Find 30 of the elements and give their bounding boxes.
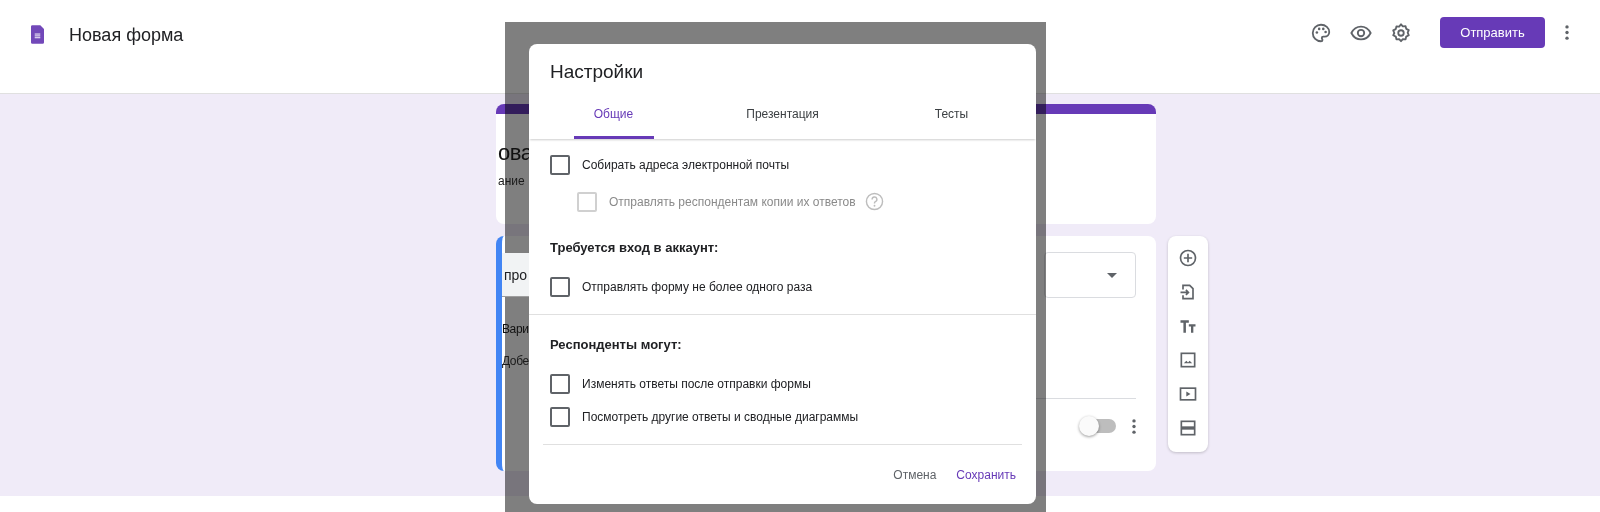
checkbox-label[interactable]: Изменять ответы после отправки формы <box>582 376 811 391</box>
settings-tab[interactable]: Общие <box>573 91 654 139</box>
checkbox[interactable] <box>550 154 570 175</box>
checkbox[interactable] <box>550 373 570 394</box>
checkbox[interactable] <box>550 406 570 427</box>
section-heading: Респонденты могут: <box>550 336 683 354</box>
form-logo-icon <box>31 25 44 44</box>
add-question-icon[interactable] <box>1178 248 1198 268</box>
checkbox-label[interactable]: Посмотреть другие ответы и сводные диаграммы <box>582 409 859 424</box>
dialog-action-button[interactable]: Сохранить <box>948 457 1024 493</box>
palette-icon[interactable] <box>1310 21 1332 44</box>
section-icon[interactable] <box>1178 418 1198 438</box>
checkbox-label[interactable]: Собирать адреса электронной почты <box>582 157 790 172</box>
image-icon[interactable] <box>1178 350 1198 370</box>
send-button[interactable]: Отправить <box>1440 17 1545 48</box>
checkbox[interactable] <box>550 276 570 297</box>
form-title[interactable]: Новая форма <box>69 25 184 45</box>
settings-tab[interactable]: Презентация <box>742 91 823 139</box>
required-toggle[interactable] <box>1082 419 1116 433</box>
checkbox-label[interactable]: Отправлять форму не более одного раза <box>582 279 813 294</box>
more-options-icon[interactable] <box>1132 418 1136 434</box>
dialog-action-button[interactable]: Отмена <box>885 457 945 493</box>
section-heading: Требуется вход в аккаунт: <box>550 239 720 257</box>
dropdown-caret-icon <box>1107 272 1117 278</box>
settings-icon[interactable] <box>1390 21 1412 44</box>
video-icon[interactable] <box>1178 384 1198 404</box>
question-type-dropdown[interactable] <box>1044 252 1136 298</box>
settings-tab[interactable]: Тесты <box>911 91 992 139</box>
dialog-title: Настройки <box>549 60 645 84</box>
more-menu-icon[interactable] <box>1565 25 1569 40</box>
